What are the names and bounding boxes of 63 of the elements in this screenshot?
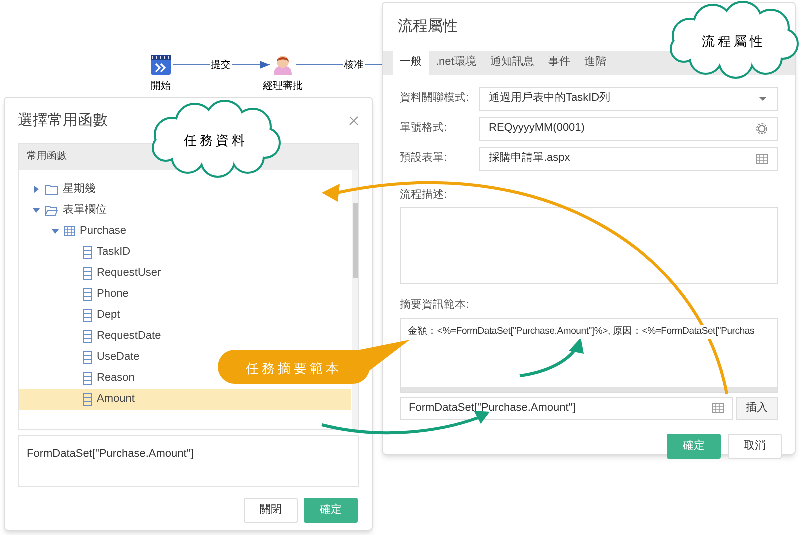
field-icon xyxy=(83,392,92,406)
tree-item[interactable]: 表單欄位 xyxy=(19,200,111,220)
tree-item[interactable]: 星期幾 xyxy=(19,178,100,200)
dropdown[interactable]: 通過用戶表中的TaskID列 xyxy=(479,86,778,110)
tree-item[interactable]: Phone xyxy=(19,284,133,304)
input-field[interactable]: FormDataSet["Purchase.Amount"] xyxy=(400,396,733,420)
secondary-button[interactable]: 取消 xyxy=(728,434,782,458)
field-label: 資料關聯模式: xyxy=(400,91,470,106)
tab[interactable]: 進階 xyxy=(577,50,614,74)
clapperboard-icon xyxy=(150,54,172,76)
field-value: 採購申請單.aspx xyxy=(489,151,570,166)
tree-item[interactable]: Dept xyxy=(19,304,124,326)
field-value: 通過用戶表中的TaskID列 xyxy=(489,90,611,106)
tab[interactable]: 通知訊息 xyxy=(483,50,542,74)
input-field[interactable]: REQyyyyMM(0001) xyxy=(479,116,778,140)
field-icon xyxy=(83,288,92,300)
user-icon xyxy=(272,54,294,76)
callout-text: 流程屬性 xyxy=(702,34,766,52)
field-value: REQyyyyMM(0001) xyxy=(489,121,585,136)
callout-text: 任務摘要範本 xyxy=(246,360,342,378)
tree-item[interactable]: Reason xyxy=(19,368,139,388)
dialog-title: 流程屬性 xyxy=(398,17,458,37)
text-area[interactable] xyxy=(400,318,778,392)
insert-button[interactable]: 插入 xyxy=(736,396,778,420)
dialog-title: 選擇常用函數 xyxy=(18,111,108,131)
tree-item[interactable]: RequestDate xyxy=(19,326,166,346)
field-icon xyxy=(83,350,92,364)
field-label: 預設表單: xyxy=(400,151,448,166)
template-text: 金額：<%=FormDataSet["Purchase.Amount"]%>, 原因：<%=FormDataSet["Purchas xyxy=(408,325,755,340)
node-label: 經理審批 xyxy=(263,80,303,94)
node-label: 開始 xyxy=(151,80,171,94)
tree-item[interactable]: UseDate xyxy=(19,346,144,368)
field-icon xyxy=(83,246,92,258)
secondary-button[interactable]: 關閉 xyxy=(244,498,298,522)
close-icon[interactable] xyxy=(349,116,359,126)
tree-item[interactable]: TaskID xyxy=(19,242,135,262)
field-label: 流程描述: xyxy=(400,188,448,202)
field-value: FormDataSet["Purchase.Amount"] xyxy=(409,400,576,416)
connector-label: 提交 xyxy=(210,58,232,73)
scrollbar-thumb[interactable] xyxy=(353,202,358,278)
scrollbar[interactable] xyxy=(401,386,777,392)
field-label: 摘要資訊範本: xyxy=(400,298,470,313)
tab[interactable]: .net環境 xyxy=(429,50,484,74)
tree-item[interactable]: Amount xyxy=(19,388,351,410)
text-area[interactable]: FormDataSet["Purchase.Amount"] xyxy=(18,434,359,486)
tab[interactable]: 事件 xyxy=(541,50,578,74)
open-folder-icon xyxy=(45,204,58,216)
field-icon xyxy=(83,266,92,280)
field-label: 單號格式: xyxy=(400,121,448,136)
tree-item[interactable]: RequestUser xyxy=(19,262,166,284)
expression-text: FormDataSet["Purchase.Amount"] xyxy=(27,448,194,460)
tree-item[interactable]: Purchase xyxy=(19,220,130,242)
folder-icon xyxy=(45,184,58,194)
field-icon xyxy=(83,308,92,322)
input-field[interactable]: 採購申請單.aspx xyxy=(479,146,778,170)
grid-icon xyxy=(756,152,768,164)
field-icon xyxy=(83,372,92,384)
caret-icon xyxy=(758,94,768,102)
grid-icon xyxy=(712,402,724,414)
tab[interactable]: 一般 xyxy=(393,50,429,74)
settings-icon xyxy=(756,122,768,134)
field-icon xyxy=(83,330,92,342)
table-icon xyxy=(64,226,75,236)
